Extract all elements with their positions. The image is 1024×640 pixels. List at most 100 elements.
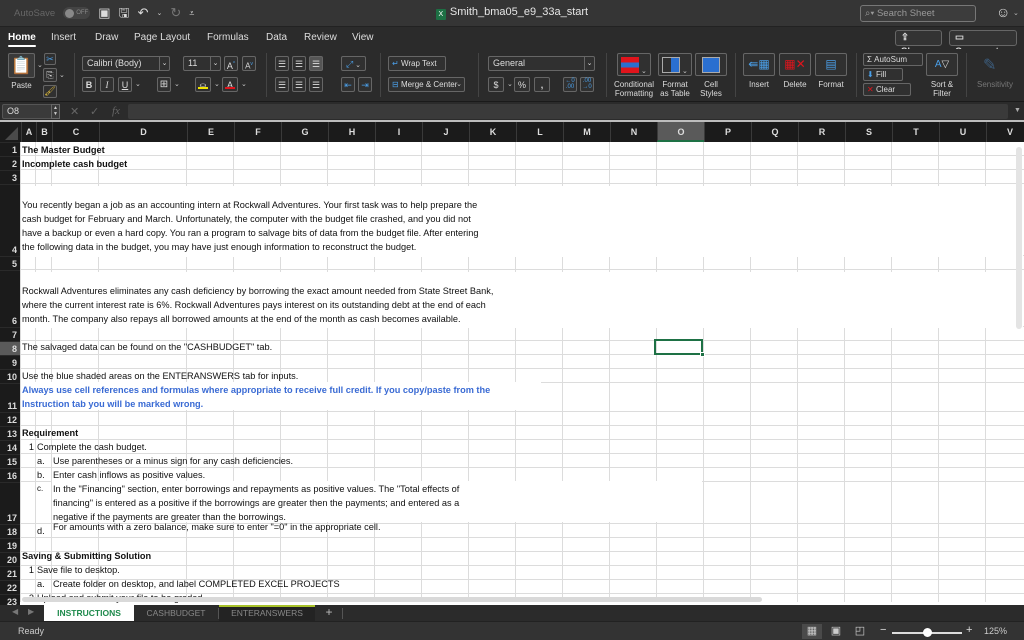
cell-a14[interactable]: 1 [25,440,34,454]
row-header-21[interactable]: 21 [0,566,20,580]
cell-c22[interactable]: Create folder on desktop, and label COMP… [53,577,340,591]
merge-center-button[interactable]: ⊟ Merge & Center ⌄ [388,77,465,92]
column-header-q[interactable]: Q [751,122,798,142]
column-header-g[interactable]: G [281,122,328,142]
conditional-formatting-button[interactable]: ⌄ [617,53,651,76]
cell-a4-line3[interactable]: have a backup or even a hard copy. You r… [22,226,478,240]
row-header-10[interactable]: 10 [0,369,20,383]
increase-decimal-button[interactable]: ←0.00 [563,77,577,92]
column-header-k[interactable]: K [469,122,516,142]
delete-cells-button[interactable]: ▦✕ [779,53,811,76]
tab-data[interactable]: Data [266,32,287,43]
name-box-stepper[interactable]: ▲ ▼ [51,104,60,119]
new-document-icon[interactable]: ▣ [98,6,110,20]
cell-a11-line1[interactable]: Always use cell references and formulas … [22,383,490,397]
borders-dropdown-icon[interactable]: ⌄ [174,80,180,88]
autosave-toggle[interactable]: OFF [63,7,91,19]
font-color-dropdown-icon[interactable]: ⌄ [241,80,247,88]
sheet-tab-instructions[interactable]: INSTRUCTIONS [44,605,134,621]
column-header-a[interactable]: A [21,122,36,142]
column-header-i[interactable]: I [375,122,422,142]
cancel-icon[interactable]: ✕ [70,105,79,118]
select-all-corner[interactable] [0,122,20,142]
column-header-o[interactable]: O [657,122,704,142]
align-middle-button[interactable]: ☰ [292,56,306,71]
cell-b14[interactable]: Complete the cash budget. [37,440,147,454]
zoom-level[interactable]: 125% [984,626,1007,636]
font-color-button[interactable]: A [222,77,238,92]
cell-a4-line4[interactable]: the following data in the budget, you ma… [22,240,416,254]
column-header-f[interactable]: F [234,122,281,142]
row-header-16[interactable]: 16 [0,468,20,482]
percent-button[interactable]: % [514,77,530,92]
bold-button[interactable]: B [82,77,96,92]
copy-icon[interactable]: ⎘ [43,68,57,82]
row-header-20[interactable]: 20 [0,552,20,566]
zoom-slider[interactable] [892,628,962,637]
row-header-15[interactable]: 15 [0,454,20,468]
add-sheet-button[interactable]: + [316,605,342,621]
row-header-8[interactable]: 8 [0,341,20,355]
column-header-c[interactable]: C [52,122,99,142]
column-header-s[interactable]: S [845,122,892,142]
fill-color-dropdown-icon[interactable]: ⌄ [214,80,220,88]
row-header-3[interactable]: 3 [0,170,20,184]
tab-home[interactable]: Home [8,32,36,47]
horizontal-scrollbar[interactable] [22,597,762,602]
cell-a13[interactable]: Requirement [22,426,78,440]
align-right-button[interactable]: ☰ [309,77,323,92]
redo-icon[interactable]: ↻ [170,6,181,20]
cell-b16[interactable]: b. [37,468,45,482]
insert-cells-button[interactable]: ⇚▦ [743,53,775,76]
column-header-r[interactable]: R [798,122,845,142]
row-header-9[interactable]: 9 [0,355,20,369]
save-icon[interactable]: 🖫 [119,6,130,20]
tab-draw[interactable]: Draw [95,32,118,43]
fill-button[interactable]: ⬇ Fill [863,68,903,81]
row-header-4[interactable]: 4 [0,184,20,256]
row-header-22[interactable]: 22 [0,580,20,594]
cell-b21[interactable]: Save file to desktop. [37,563,120,577]
feedback-dropdown-icon[interactable]: ⌄ [1013,9,1019,17]
sheet-tab-enteranswers[interactable]: ENTERANSWERS [219,605,315,621]
row-header-14[interactable]: 14 [0,440,20,454]
sort-filter-button[interactable]: A▽ [926,53,958,76]
underline-button[interactable]: U [118,77,132,92]
cell-styles-button[interactable] [695,53,727,76]
cell-b17[interactable]: c. [37,482,43,496]
cell-a4-line1[interactable]: You recently began a job as an accountin… [22,198,477,212]
row-header-1[interactable]: 1 [0,142,20,156]
feedback-smiley-icon[interactable]: ☺ [996,4,1010,20]
undo-icon[interactable]: ↶ [138,6,149,20]
cut-icon[interactable]: ✂ [44,53,56,65]
paste-dropdown-icon[interactable]: ⌄ [37,61,43,69]
row-header-19[interactable]: 19 [0,538,20,552]
decrease-font-size-button[interactable]: Av [242,56,256,71]
row-header-6[interactable]: 6 [0,270,20,327]
column-header-h[interactable]: H [328,122,375,142]
cell-c15[interactable]: Use parentheses or a minus sign for any … [53,454,293,468]
cell-a21[interactable]: 1 [25,563,34,577]
clear-button[interactable]: ✕ Clear [863,83,911,96]
row-header-23[interactable]: 23 [0,594,20,605]
column-header-v[interactable]: V [986,122,1024,142]
cell-a1[interactable]: The Master Budget [22,143,105,157]
fill-color-button[interactable]: ⛀ [195,77,211,92]
paste-button[interactable]: 📋 [8,53,35,78]
row-header-18[interactable]: 18 [0,524,20,538]
cell-c17-line2[interactable]: financing" is entered as a positive if t… [53,496,459,510]
expand-formula-bar-icon[interactable]: ▼ [1014,107,1021,114]
name-box[interactable]: O8 ▲ ▼ [2,104,60,119]
column-header-u[interactable]: U [939,122,986,142]
increase-indent-button[interactable]: ⇥ [358,77,372,92]
row-header-12[interactable]: 12 [0,412,20,426]
comma-style-button[interactable]: , [534,77,550,92]
spreadsheet-grid[interactable]: ABCDEFGHIJKLMNOPQRSTUV 1 2 3 4 5 6 7 8 9 10 11 12 13… [0,122,1024,605]
row-header-2[interactable]: 2 [0,156,20,170]
sheet-tab-cashbudget[interactable]: CASHBUDGET [134,605,218,621]
font-name-select[interactable]: Calibri (Body) ⌄ [82,56,170,71]
search-sheet-input[interactable]: ⌕▾ Search Sheet [860,5,976,22]
align-top-button[interactable]: ☰ [275,56,289,71]
zoom-out-button[interactable]: − [880,624,886,636]
column-header-t[interactable]: T [892,122,939,142]
